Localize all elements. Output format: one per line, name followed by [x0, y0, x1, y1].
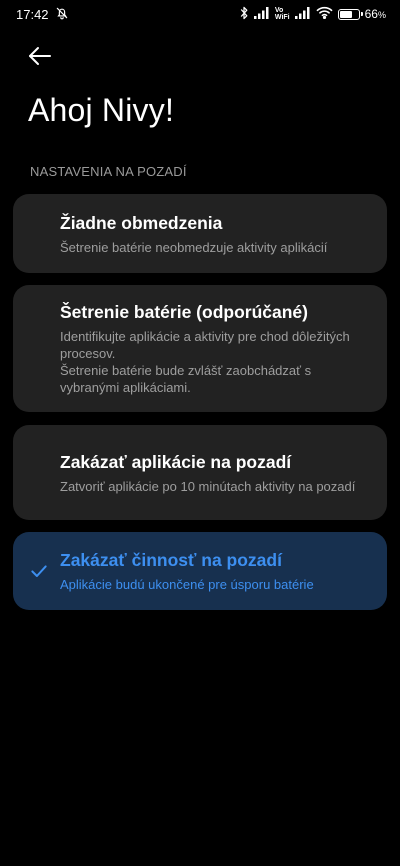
status-right: Vo WiFi 66%	[239, 6, 386, 23]
vowifi-indicator: Vo WiFi	[275, 7, 290, 21]
page-title: Ahoj Nivy!	[28, 92, 175, 128]
battery-level-fill	[339, 10, 352, 18]
option-description: Zatvoriť aplikácie po 10 minútach aktivi…	[60, 478, 356, 494]
option-title: Šetrenie batérie (odporúčané)	[60, 302, 308, 322]
option-no-restrictions[interactable]: Žiadne obmedzenia Šetrenie batérie neobm…	[13, 194, 387, 273]
back-button[interactable]	[22, 40, 58, 72]
vowifi-top: Vo	[274, 7, 284, 14]
wifi-icon	[316, 6, 333, 22]
option-description: Identifikujte aplikácie a aktivity pre c…	[60, 328, 367, 396]
battery-percent-unit: %	[377, 10, 386, 20]
battery-percent-value: 66	[364, 7, 378, 21]
back-arrow-icon	[29, 47, 51, 65]
mute-notifications-icon	[55, 6, 69, 23]
vowifi-bottom: WiFi	[274, 14, 290, 21]
status-bar: 17:42 Vo WiFi 66%	[0, 0, 400, 28]
battery-percent: 66%	[365, 7, 386, 21]
option-description: Šetrenie batérie neobmedzuje aktivity ap…	[60, 239, 328, 255]
option-description-line: Identifikujte aplikácie a aktivity pre c…	[60, 329, 350, 361]
option-restrict-background-apps[interactable]: Zakázať aplikácie na pozadí Zatvoriť apl…	[13, 425, 387, 520]
check-icon	[31, 565, 47, 577]
battery-icon	[337, 8, 363, 20]
option-description-line: Šetrenie batérie bude zvlášť zaobchádzať…	[60, 363, 312, 395]
section-header: NASTAVENIA NA POZADÍ	[30, 164, 187, 179]
bluetooth-icon	[239, 6, 249, 23]
option-description: Aplikácie budú ukončené pre úsporu batér…	[60, 577, 314, 592]
option-battery-saver-recommended[interactable]: Šetrenie batérie (odporúčané) Identifiku…	[13, 285, 387, 412]
signal-bars-icon-2	[294, 6, 311, 22]
option-title: Zakázať činnosť na pozadí	[60, 550, 282, 570]
option-title: Žiadne obmedzenia	[60, 212, 223, 233]
status-left: 17:42	[16, 6, 69, 23]
option-restrict-background-activity[interactable]: Zakázať činnosť na pozadí Aplikácie budú…	[13, 532, 387, 610]
status-time: 17:42	[16, 6, 49, 22]
signal-bars-icon	[253, 6, 270, 22]
option-title: Zakázať aplikácie na pozadí	[60, 451, 292, 472]
